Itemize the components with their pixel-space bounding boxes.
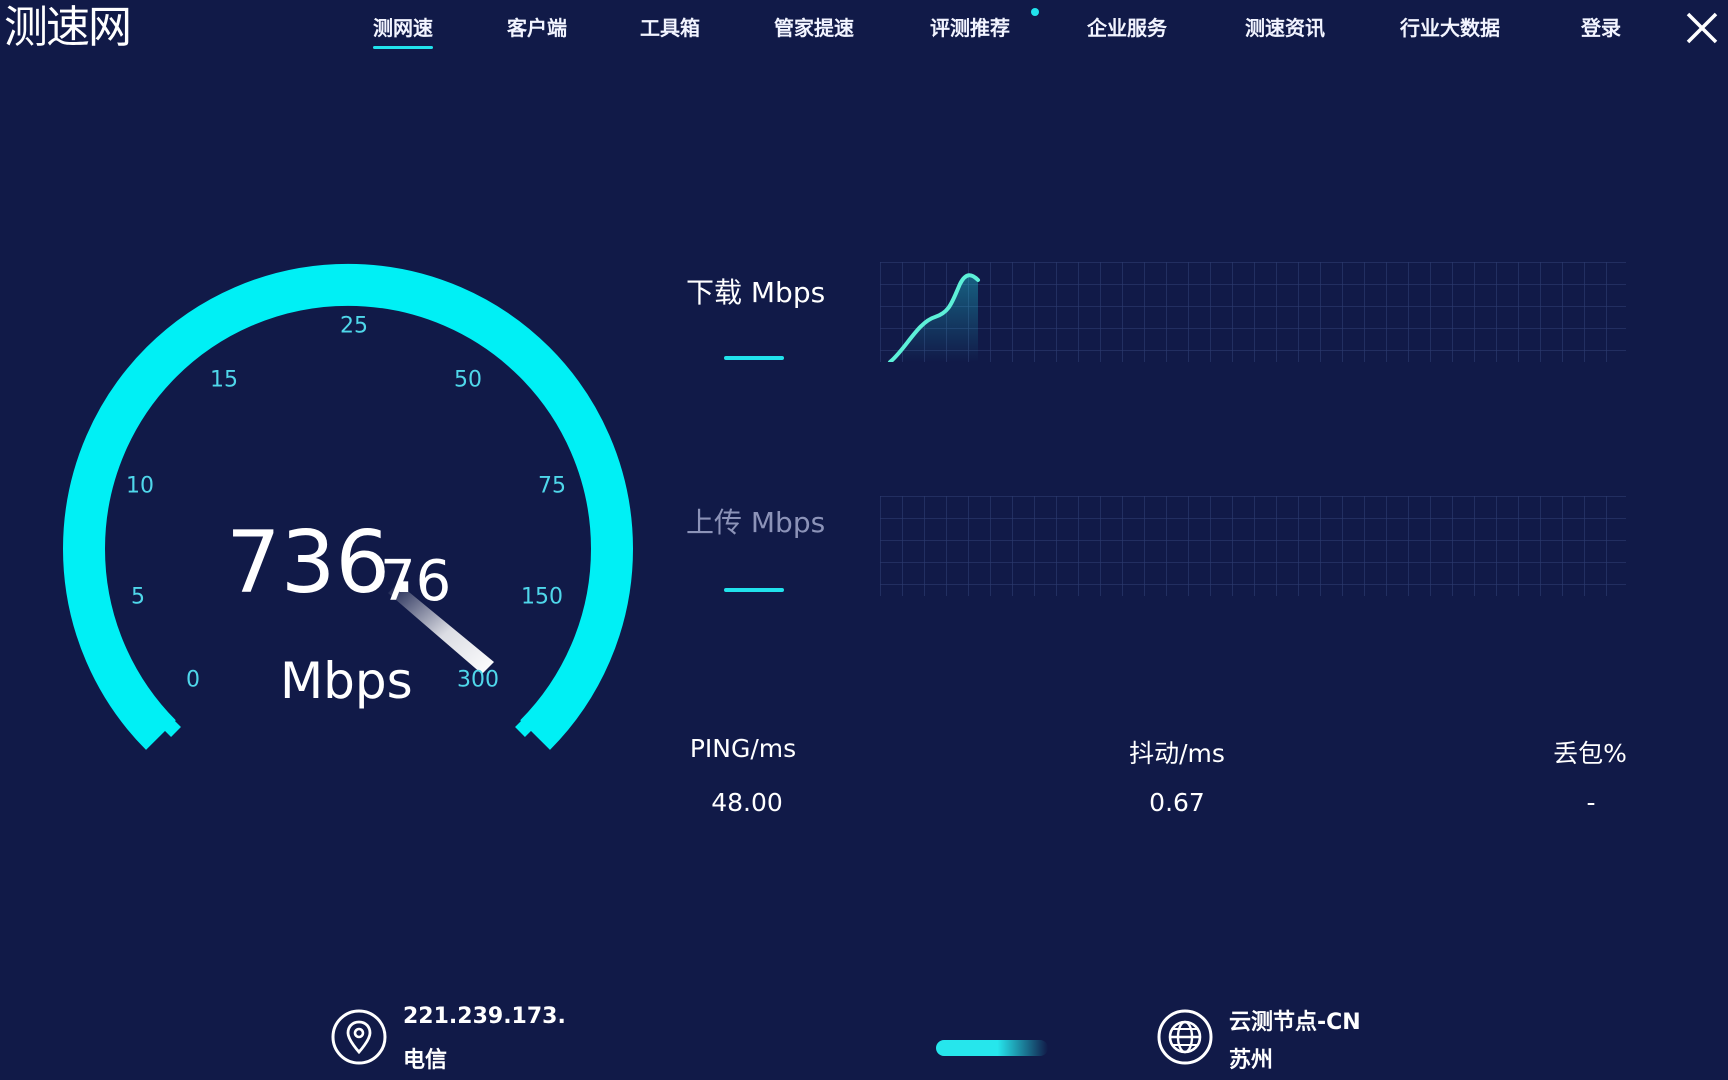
speed-unit: Mbps: [280, 652, 413, 710]
packet-loss-label: 丢包%: [1553, 739, 1627, 768]
tick-label: 25: [340, 313, 368, 339]
nav-item-client[interactable]: 客户端: [507, 14, 567, 42]
packet-loss-value: -: [1586, 788, 1596, 817]
nav-item-boost[interactable]: 管家提速: [774, 14, 854, 42]
tick-label: 15: [210, 367, 238, 393]
tick-label: 75: [538, 473, 566, 499]
ping-value: 48.00: [711, 788, 783, 817]
tick-label: 150: [521, 584, 563, 610]
upload-label: 上传 Mbps: [686, 506, 826, 539]
test-progress-bar: [936, 1040, 1048, 1056]
nav-item-login[interactable]: 登录: [1581, 14, 1621, 42]
close-button[interactable]: [1682, 8, 1722, 48]
jitter-value: 0.67: [1149, 788, 1205, 817]
nav-item-bigdata[interactable]: 行业大数据: [1400, 14, 1500, 42]
ip-address: 221.239.173.: [403, 1004, 566, 1029]
tick-label: 10: [126, 473, 154, 499]
isp-name: 电信: [403, 1048, 448, 1073]
download-indicator: [724, 356, 784, 360]
location-pin-icon: [331, 1009, 387, 1065]
server-node: 云测节点-CN: [1229, 1010, 1361, 1035]
jitter-label: 抖动/ms: [1129, 739, 1225, 768]
nav-item-enterprise[interactable]: 企业服务: [1087, 14, 1167, 42]
top-nav: 测网速 客户端 工具箱 管家提速 评测推荐 企业服务 测速资讯 行业大数据 登录: [0, 0, 1728, 60]
nav-item-news[interactable]: 测速资讯: [1245, 14, 1325, 42]
download-graph: [880, 262, 1626, 362]
ping-label: PING/ms: [689, 734, 797, 763]
nav-item-toolbox[interactable]: 工具箱: [640, 14, 700, 42]
notification-dot: [1031, 8, 1039, 16]
tick-label: 300: [457, 667, 499, 693]
nav-item-reviews[interactable]: 评测推荐: [930, 14, 1010, 42]
upload-graph: [880, 496, 1626, 596]
tick-label: 0: [186, 667, 200, 693]
speed-value-decimal: 76: [380, 549, 452, 614]
download-label: 下载 Mbps: [686, 276, 826, 309]
server-city: 苏州: [1229, 1048, 1274, 1073]
tick-label: 50: [454, 367, 482, 393]
globe-icon: [1157, 1009, 1213, 1065]
upload-indicator: [724, 588, 784, 592]
tick-label: 5: [131, 584, 145, 610]
speed-gauge: 0 5 10 15 25 50 75 150 300 736. 76 Mbps: [58, 258, 638, 758]
close-icon: [1686, 12, 1718, 44]
nav-item-speedtest[interactable]: 测网速: [373, 14, 433, 49]
